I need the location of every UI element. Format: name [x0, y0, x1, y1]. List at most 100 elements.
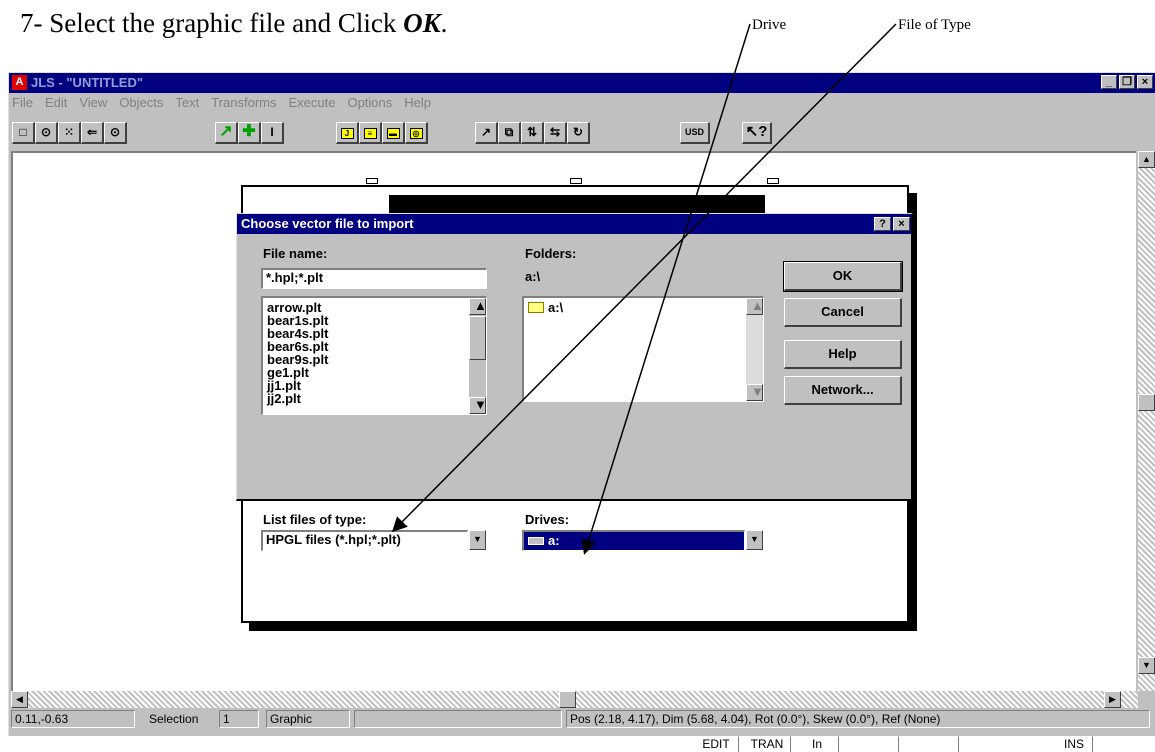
- minimize-button[interactable]: _: [1101, 75, 1117, 89]
- toolbar-group-objects: J ≡ ▬ ◎: [336, 122, 428, 144]
- status-empty-panel: [354, 710, 562, 728]
- window-title: JLS - "UNTITLED": [31, 75, 143, 90]
- mode-units: In: [795, 736, 839, 752]
- toolbar-group-tools: ↗ ✚ I: [215, 122, 284, 144]
- file-name-input[interactable]: *.hpl;*.plt: [261, 268, 487, 289]
- object-j-icon[interactable]: J: [336, 122, 359, 144]
- chevron-down-icon[interactable]: ▼: [469, 530, 486, 550]
- current-folder: a:\: [525, 269, 541, 284]
- drive-icon: [528, 537, 544, 545]
- rotate-icon[interactable]: ↻: [567, 122, 590, 144]
- cross-tool-icon[interactable]: ✚: [238, 122, 261, 144]
- menu-transforms[interactable]: Transforms: [211, 95, 276, 115]
- folder-list-scrollbar[interactable]: ▲ ▼: [746, 298, 763, 401]
- folders-label: Folders:: [525, 246, 577, 261]
- menu-help[interactable]: Help: [404, 95, 431, 115]
- selection-handle[interactable]: [570, 178, 582, 184]
- zoom-icon[interactable]: ⊙: [35, 122, 58, 144]
- title-bar: A JLS - "UNTITLED" _ ❐ ×: [9, 73, 1155, 93]
- pointer-tool-icon[interactable]: ↗: [215, 122, 238, 144]
- usd-button[interactable]: USD: [680, 122, 710, 144]
- scroll-left-icon[interactable]: ◀: [11, 691, 28, 708]
- drive-value: a:: [548, 533, 560, 548]
- dialog-close-icon[interactable]: ×: [893, 217, 910, 231]
- menu-text[interactable]: Text: [175, 95, 199, 115]
- file-type-label: List files of type:: [263, 512, 367, 527]
- toolbar-group-transforms: ↗ ⧉ ⇅ ⇆ ↻: [475, 122, 590, 144]
- file-list-scroll-thumb[interactable]: [469, 316, 486, 360]
- chevron-down-icon[interactable]: ▼: [746, 530, 763, 550]
- view-icon[interactable]: ⊙: [104, 122, 127, 144]
- mode-slot: [903, 736, 959, 752]
- object-type: Graphic: [266, 710, 350, 728]
- vertical-scroll-thumb[interactable]: [1138, 394, 1155, 411]
- folder-item[interactable]: a:\: [524, 301, 763, 314]
- object-list-icon[interactable]: ≡: [359, 122, 382, 144]
- context-help-icon[interactable]: ↖?: [742, 122, 772, 144]
- list-item[interactable]: jj2.plt: [263, 392, 486, 405]
- dialog-help-icon[interactable]: ?: [874, 217, 891, 231]
- selection-label: Selection: [149, 712, 199, 726]
- scroll-down-icon[interactable]: ▼: [469, 397, 486, 414]
- text-cursor-icon[interactable]: I: [261, 122, 284, 144]
- toolbar-group-help: ↖?: [742, 122, 772, 144]
- toolbar-group-usd: USD: [680, 122, 710, 144]
- file-type-value[interactable]: HPGL files (*.hpl;*.plt): [261, 530, 468, 551]
- object-geometry: Pos (2.18, 4.17), Dim (5.68, 4.04), Rot …: [566, 710, 1150, 728]
- vertical-scrollbar[interactable]: ▲ ▼: [1138, 151, 1155, 691]
- folder-list[interactable]: a:\ ▲ ▼: [522, 296, 764, 402]
- network-button[interactable]: Network...: [784, 376, 902, 405]
- drives-select[interactable]: a: ▼: [522, 530, 764, 551]
- menu-view[interactable]: View: [79, 95, 107, 115]
- window-controls: _ ❐ ×: [1101, 75, 1153, 89]
- scroll-right-icon[interactable]: ▶: [1104, 691, 1121, 708]
- mode-ins: INS: [963, 736, 1093, 752]
- grid-icon[interactable]: ⁙: [58, 122, 81, 144]
- file-type-select[interactable]: HPGL files (*.hpl;*.plt) ▼: [261, 530, 487, 551]
- menu-options[interactable]: Options: [347, 95, 392, 115]
- cancel-button[interactable]: Cancel: [784, 298, 902, 327]
- file-list-scrollbar[interactable]: ▲ ▼: [469, 298, 486, 414]
- scroll-down-icon[interactable]: ▼: [746, 384, 763, 401]
- mode-slot: [845, 736, 899, 752]
- scroll-up-icon[interactable]: ▲: [469, 298, 486, 315]
- menu-edit[interactable]: Edit: [45, 95, 67, 115]
- open-folder-icon: [528, 302, 544, 313]
- help-button[interactable]: Help: [784, 340, 902, 369]
- back-arrow-icon[interactable]: ⇐: [81, 122, 104, 144]
- selection-handle[interactable]: [366, 178, 378, 184]
- object-shape-icon[interactable]: ◎: [405, 122, 428, 144]
- selection-count: 1: [219, 710, 259, 728]
- scale-icon[interactable]: ⧉: [498, 122, 521, 144]
- scroll-up-icon[interactable]: ▲: [746, 298, 763, 315]
- selection-handle[interactable]: [767, 178, 779, 184]
- file-type-callout-label: File of Type: [898, 17, 971, 33]
- scroll-down-icon[interactable]: ▼: [1138, 657, 1155, 674]
- file-list[interactable]: arrow.plt bear1s.plt bear4s.plt bear6s.p…: [261, 296, 487, 415]
- scroll-up-icon[interactable]: ▲: [1138, 151, 1155, 168]
- cursor-coordinates: 0.11,-0.63: [11, 710, 135, 728]
- restore-button[interactable]: ❐: [1119, 75, 1135, 89]
- ok-button[interactable]: OK: [783, 261, 903, 292]
- menu-file[interactable]: File: [12, 95, 33, 115]
- toolbar-group-view: □ ⊙ ⁙ ⇐ ⊙: [12, 122, 127, 144]
- horizontal-scroll-thumb[interactable]: [559, 691, 576, 708]
- menu-objects[interactable]: Objects: [119, 95, 163, 115]
- move-icon[interactable]: ↗: [475, 122, 498, 144]
- mirror-icon[interactable]: ⇆: [544, 122, 567, 144]
- drive-value-box[interactable]: a:: [522, 530, 745, 551]
- app-logo-icon: A: [12, 75, 27, 90]
- mode-tran: TRAN: [743, 736, 791, 752]
- instruction-text: 7- Select the graphic file and Click OK.: [20, 8, 448, 38]
- dialog-title: Choose vector file to import: [237, 214, 911, 234]
- object-line-icon[interactable]: ▬: [382, 122, 405, 144]
- select-box-icon[interactable]: □: [12, 122, 35, 144]
- flip-icon[interactable]: ⇅: [521, 122, 544, 144]
- close-button[interactable]: ×: [1137, 75, 1153, 89]
- mode-edit: EDIT: [693, 736, 739, 752]
- import-dialog: Choose vector file to import ? × File na…: [236, 213, 913, 551]
- menu-execute[interactable]: Execute: [288, 95, 335, 115]
- horizontal-scrollbar[interactable]: ◀ ▶: [11, 691, 1138, 708]
- menu-bar: File Edit View Objects Text Transforms E…: [9, 95, 431, 115]
- folder-item-label: a:\: [548, 300, 564, 315]
